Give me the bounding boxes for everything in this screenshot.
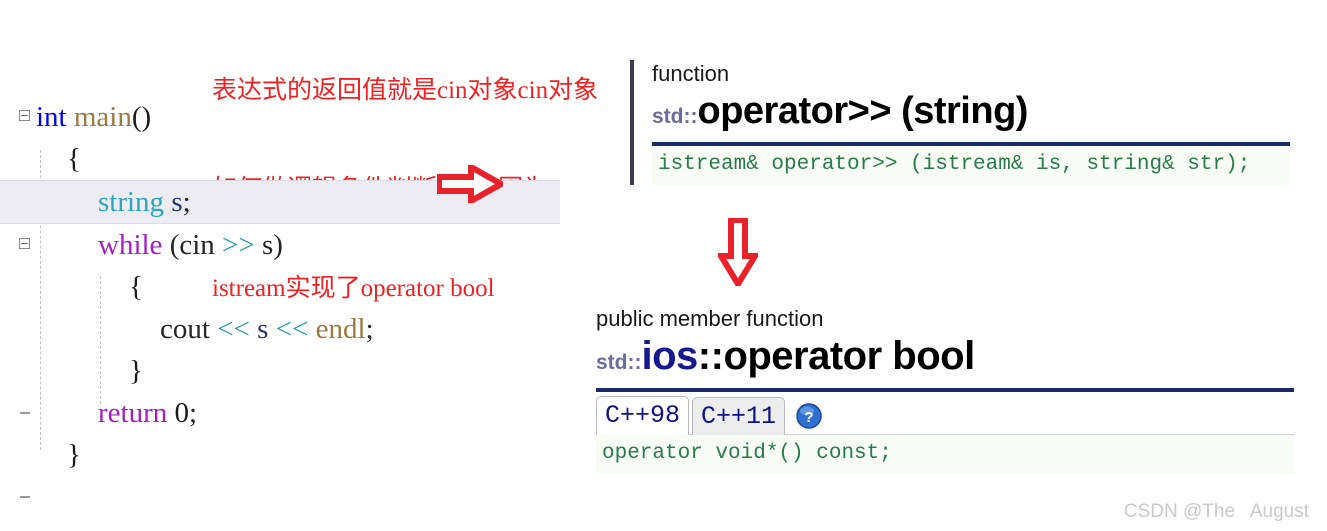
code-line-text: } xyxy=(67,439,81,471)
code-token: } xyxy=(129,355,143,387)
code-line-text: { xyxy=(67,143,81,175)
code-line-text: int main() xyxy=(36,101,151,133)
code-line[interactable]: { xyxy=(0,266,560,308)
code-line-text xyxy=(36,481,43,513)
reference-kind-label: function xyxy=(652,61,730,86)
code-token: s) xyxy=(254,229,283,261)
namespace-prefix: std:: xyxy=(652,105,698,128)
code-line[interactable] xyxy=(0,476,560,518)
code-token: main xyxy=(73,101,132,133)
reference-panel-operator-extraction: function std::operator>> (string) istrea… xyxy=(630,60,1290,185)
code-token: << xyxy=(275,313,309,345)
code-token: { xyxy=(67,143,81,175)
code-token: { xyxy=(129,271,143,303)
code-line-text: while (cin >> s) xyxy=(98,229,283,261)
code-lines: int main() { string s; while (cin >> s) { cou… xyxy=(0,96,560,518)
code-token: cout xyxy=(160,313,218,345)
code-line-text: return 0; xyxy=(98,397,197,429)
reference-title: std::operator>> (string) xyxy=(652,88,1290,140)
code-line[interactable]: } xyxy=(0,350,560,392)
code-token: ; xyxy=(182,186,191,218)
code-line[interactable]: } xyxy=(0,434,560,476)
help-question-icon[interactable]: ? xyxy=(796,403,822,429)
fold-end-marker-icon xyxy=(20,496,30,498)
arrow-right-icon xyxy=(437,165,503,203)
code-token: return xyxy=(98,397,168,429)
code-token: (cin xyxy=(162,229,223,261)
tab-cpp11[interactable]: C++11 xyxy=(692,397,786,435)
svg-text:?: ? xyxy=(804,409,813,426)
csdn-watermark: CSDN @The August xyxy=(1123,501,1309,522)
reference-title: std::ios::operator bool xyxy=(596,333,1294,386)
tab-cpp98[interactable]: C++98 xyxy=(596,396,690,435)
reference-kind-label: public member function xyxy=(596,306,824,331)
code-line-text: string s; xyxy=(98,186,191,218)
arrow-down-icon xyxy=(718,218,758,286)
collapse-toggle-icon[interactable] xyxy=(19,238,30,249)
code-token: while xyxy=(98,229,163,261)
code-token: string xyxy=(98,186,165,218)
function-signature: operator void*() const; xyxy=(596,435,1294,474)
code-editor[interactable]: int main() { string s; while (cin >> s) { cou… xyxy=(0,96,560,498)
function-signature: istream& operator>> (istream& is, string… xyxy=(652,146,1290,185)
fold-end-marker-icon xyxy=(20,412,30,414)
reference-title-text: ::operator bool xyxy=(697,334,975,378)
code-token: ; xyxy=(365,313,374,345)
code-line-text: cout << s << endl; xyxy=(160,313,374,345)
code-line[interactable]: int main() xyxy=(0,96,560,138)
code-line[interactable]: cout << s << endl; xyxy=(0,308,560,350)
reference-title-text: operator>> (string) xyxy=(697,90,1029,132)
code-token: ; xyxy=(189,397,198,429)
code-token: s xyxy=(257,313,269,345)
code-token: int xyxy=(36,101,74,133)
code-line-text: { xyxy=(129,271,143,303)
class-name: ios xyxy=(641,334,699,378)
code-token: >> xyxy=(222,229,255,261)
namespace-prefix: std:: xyxy=(596,351,642,374)
standard-version-tabs: C++98 C++11 ? xyxy=(596,392,1294,435)
reference-panel-operator-bool: public member function std::ios::operato… xyxy=(594,305,1294,474)
code-token: () xyxy=(131,101,152,133)
code-token: << xyxy=(217,313,250,345)
collapse-toggle-icon[interactable] xyxy=(19,110,30,121)
code-token: 0 xyxy=(174,397,190,429)
code-line-text: } xyxy=(129,355,143,387)
code-token: s xyxy=(171,186,183,218)
code-token: } xyxy=(67,439,81,471)
code-line[interactable]: return 0; xyxy=(0,392,560,434)
code-line[interactable]: while (cin >> s) xyxy=(0,224,560,266)
code-token: endl xyxy=(315,313,366,345)
